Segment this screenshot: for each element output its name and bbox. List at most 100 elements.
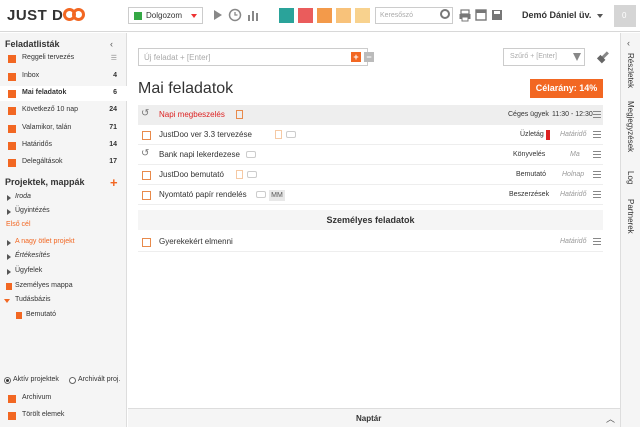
print-icon[interactable]	[458, 8, 472, 22]
comment-icon[interactable]	[286, 131, 296, 138]
color-swatch-red[interactable]	[298, 8, 313, 23]
sidebar-item-delegated[interactable]: Delegáltások 17	[0, 155, 127, 170]
window-icon[interactable]	[474, 8, 488, 22]
archived-projects-label: Archivált proj.	[78, 376, 121, 383]
logo[interactable]: JUST D	[7, 7, 86, 24]
project-item[interactable]: Ügyintézés	[0, 205, 127, 218]
remove-button[interactable]: −	[364, 52, 374, 62]
project-item[interactable]: Ügyfelek	[0, 265, 127, 278]
drag-handle-icon[interactable]	[593, 191, 601, 198]
project-item[interactable]: Tudásbázis	[0, 294, 127, 307]
task-checkbox[interactable]	[142, 131, 151, 140]
task-row[interactable]: ↺ Bank napi lekerdezese Könyvelés Ma	[138, 145, 603, 165]
right-panel-tabs: ‹ Részletek Megjegyzések Log Partnerek	[620, 33, 640, 427]
delegate-icon	[8, 159, 16, 167]
filter-input[interactable]: Szűrő + [Enter]	[503, 48, 585, 66]
active-projects-radio[interactable]	[4, 377, 11, 384]
priority-bar	[546, 130, 550, 140]
recurring-icon[interactable]: ↺	[141, 148, 149, 159]
tab-notes[interactable]: Megjegyzések	[626, 101, 635, 152]
expand-arrow-icon[interactable]	[7, 209, 11, 215]
collapse-arrow-icon[interactable]	[4, 299, 10, 303]
task-row[interactable]: Gyerekekért elmenni Határidő	[138, 232, 603, 252]
task-name[interactable]: Napi megbeszelés	[159, 110, 225, 119]
play-icon[interactable]	[210, 8, 224, 22]
chevron-up-icon[interactable]: ︿	[606, 412, 615, 425]
task-tag[interactable]: MM	[269, 190, 285, 201]
expand-arrow-icon[interactable]	[7, 269, 11, 275]
task-category: Könyvelés	[513, 151, 546, 158]
sidebar-item-inbox[interactable]: Inbox 4	[0, 69, 127, 84]
goal-ratio-button[interactable]: Célarány: 14%	[530, 79, 603, 98]
project-item[interactable]: Személyes mappa	[0, 280, 127, 293]
project-item[interactable]: Értékesítés	[0, 250, 127, 263]
project-label: Személyes mappa	[15, 282, 73, 289]
task-checkbox[interactable]	[142, 238, 151, 247]
task-row[interactable]: Nyomtató papír rendelés MM Beszerzések H…	[138, 185, 603, 205]
drag-handle-icon[interactable]	[593, 238, 601, 245]
add-project-plus-icon[interactable]: +	[110, 175, 118, 190]
document-icon[interactable]	[275, 130, 282, 139]
attachment-icon[interactable]	[236, 170, 243, 179]
sidebar-item-deadline[interactable]: Határidős 14	[0, 138, 127, 153]
filter-icon[interactable]	[573, 53, 581, 61]
sidebar-item-today[interactable]: Mai feladatok 6	[0, 86, 127, 101]
new-task-input[interactable]: Új feladat + [Enter] + −	[138, 48, 374, 66]
task-checkbox[interactable]	[142, 171, 151, 180]
chevron-left-icon[interactable]: ‹	[110, 39, 113, 49]
brush-icon[interactable]	[596, 49, 613, 66]
task-row[interactable]: JustDoo ver 3.3 tervezése Üzletág 1 Hatá…	[138, 125, 603, 145]
task-name[interactable]: JustDoo bemutató	[159, 170, 224, 179]
color-swatch-orange[interactable]	[317, 8, 332, 23]
task-row[interactable]: ↺ Napi megbeszelés Céges ügyek 11:30 - 1…	[138, 105, 603, 125]
drag-handle-icon[interactable]	[593, 151, 601, 158]
tab-log[interactable]: Log	[626, 171, 635, 184]
calendar-bar[interactable]: Naptár ︿	[128, 408, 620, 427]
user-name[interactable]: Demó Dániel üv.	[522, 10, 591, 20]
stats-icon[interactable]	[246, 8, 260, 22]
drag-handle-icon[interactable]	[593, 131, 601, 138]
project-item[interactable]: Bemutató	[0, 309, 127, 322]
clock-icon[interactable]	[228, 8, 242, 22]
chevron-left-icon[interactable]: ‹	[627, 38, 630, 48]
archived-projects-radio[interactable]	[69, 377, 76, 384]
project-item[interactable]: A nagy ötlet projekt	[0, 236, 127, 249]
color-swatch-peach[interactable]	[355, 8, 370, 23]
project-item[interactable]: Iroda	[0, 191, 127, 204]
recurring-icon[interactable]: ↺	[141, 108, 149, 119]
avatar[interactable]: 0	[614, 5, 636, 27]
save-icon[interactable]	[490, 8, 504, 22]
task-name[interactable]: Gyerekekért elmenni	[159, 237, 233, 246]
page-title: Mai feladatok	[138, 80, 234, 97]
drag-handle-icon[interactable]	[593, 111, 601, 118]
sidebar-item-someday[interactable]: Valamikor, talán 71	[0, 121, 127, 136]
chevron-down-icon	[191, 14, 197, 18]
task-row[interactable]: JustDoo bemutató Bemutató Holnap	[138, 165, 603, 185]
expand-arrow-icon[interactable]	[7, 240, 11, 246]
task-name[interactable]: JustDoo ver 3.3 tervezése	[159, 130, 252, 139]
gear-icon[interactable]	[440, 9, 450, 19]
star-icon	[8, 90, 16, 98]
color-swatch-teal[interactable]	[279, 8, 294, 23]
sidebar-item-deleted[interactable]: Törölt elemek	[0, 408, 127, 423]
user-menu-chevron-icon[interactable]	[597, 14, 603, 18]
sidebar-item-morning-planning[interactable]: Reggeli tervezés ☰	[0, 51, 127, 66]
project-item[interactable]: Első cél	[0, 219, 127, 232]
task-checkbox[interactable]	[142, 191, 151, 200]
comment-icon[interactable]	[246, 151, 256, 158]
task-name[interactable]: Bank napi lekerdezese	[159, 150, 240, 159]
comment-icon[interactable]	[247, 171, 257, 178]
tab-partners[interactable]: Partnerek	[626, 199, 635, 234]
sidebar-item-next-10-days[interactable]: Következő 10 nap 24	[0, 103, 127, 118]
expand-arrow-icon[interactable]	[7, 195, 11, 201]
status-dropdown[interactable]: Dolgozom	[128, 7, 203, 24]
sidebar-item-archive[interactable]: Archivum	[0, 391, 127, 406]
task-name[interactable]: Nyomtató papír rendelés	[159, 190, 247, 199]
expand-arrow-icon[interactable]	[7, 254, 11, 260]
comment-icon[interactable]	[256, 191, 266, 198]
document-icon[interactable]	[236, 110, 243, 119]
add-task-button[interactable]: +	[351, 52, 361, 62]
drag-handle-icon[interactable]	[593, 171, 601, 178]
tab-details[interactable]: Részletek	[626, 53, 635, 88]
color-swatch-light-orange[interactable]	[336, 8, 351, 23]
